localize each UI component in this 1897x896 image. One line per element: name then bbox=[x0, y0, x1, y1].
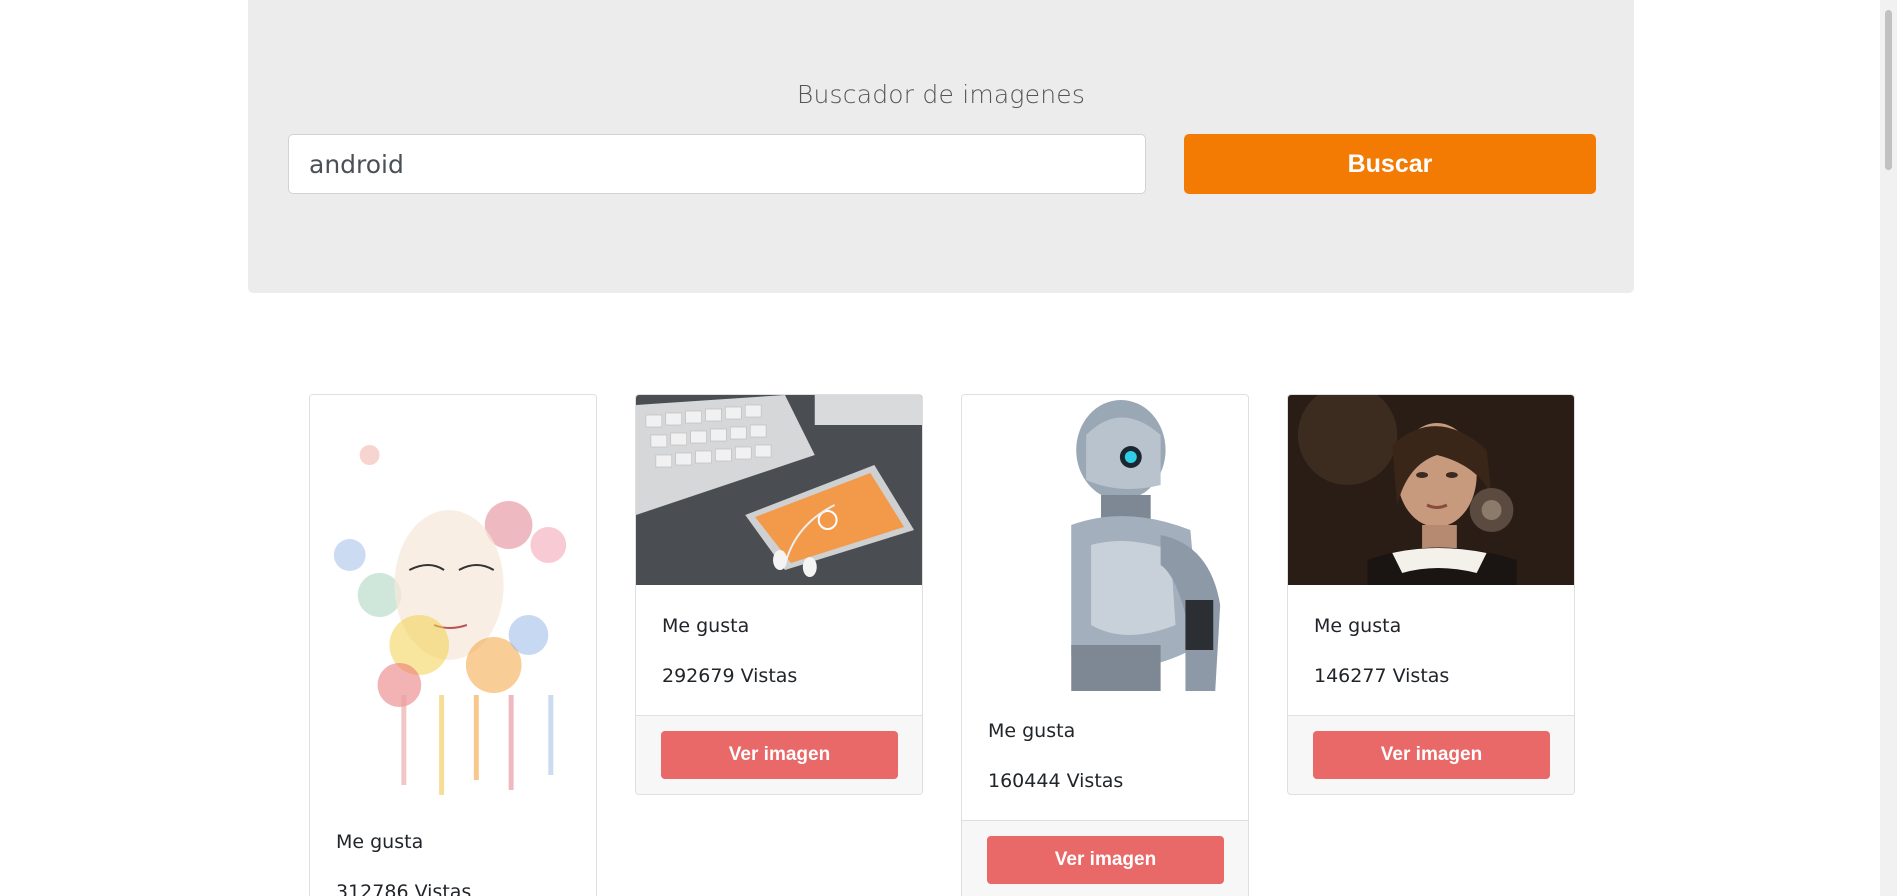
likes-label: Me gusta bbox=[988, 720, 1076, 742]
views-count: 146277 Vistas bbox=[1314, 665, 1450, 687]
search-button[interactable]: Buscar bbox=[1184, 134, 1596, 194]
views-count: 160444 Vistas bbox=[988, 770, 1124, 792]
image-card: Me gusta 146277 Vistas Ver imagen bbox=[1287, 394, 1575, 795]
vertical-scrollbar[interactable] bbox=[1880, 0, 1897, 896]
robot-image[interactable] bbox=[962, 395, 1248, 691]
view-image-button[interactable]: Ver imagen bbox=[987, 836, 1224, 884]
image-card: Me gusta 160444 Vistas Ver imagen bbox=[961, 394, 1249, 896]
page-title: Buscador de imagenes bbox=[796, 80, 1086, 109]
views-count: 292679 Vistas bbox=[662, 665, 798, 687]
view-image-button[interactable]: Ver imagen bbox=[661, 731, 898, 779]
card-footer: Ver imagen bbox=[636, 715, 922, 794]
search-input[interactable] bbox=[288, 134, 1146, 194]
phone-keyboard-image[interactable] bbox=[636, 395, 922, 585]
image-card: Me gusta 312786 Vistas bbox=[309, 394, 597, 896]
likes-label: Me gusta bbox=[1314, 615, 1402, 637]
image-card: Me gusta 292679 Vistas Ver imagen bbox=[635, 394, 923, 795]
card-footer: Ver imagen bbox=[1288, 715, 1574, 794]
search-panel: Buscador de imagenes Buscar bbox=[248, 0, 1634, 293]
scrollbar-thumb[interactable] bbox=[1885, 10, 1892, 170]
watercolor-face-image[interactable] bbox=[310, 395, 596, 801]
views-count: 312786 Vistas bbox=[336, 881, 472, 896]
card-footer: Ver imagen bbox=[962, 820, 1248, 896]
view-image-button[interactable]: Ver imagen bbox=[1313, 731, 1550, 779]
likes-label: Me gusta bbox=[336, 831, 424, 853]
page: Buscador de imagenes Buscar bbox=[0, 0, 1897, 896]
likes-label: Me gusta bbox=[662, 615, 750, 637]
cyborg-woman-image[interactable] bbox=[1288, 395, 1574, 585]
